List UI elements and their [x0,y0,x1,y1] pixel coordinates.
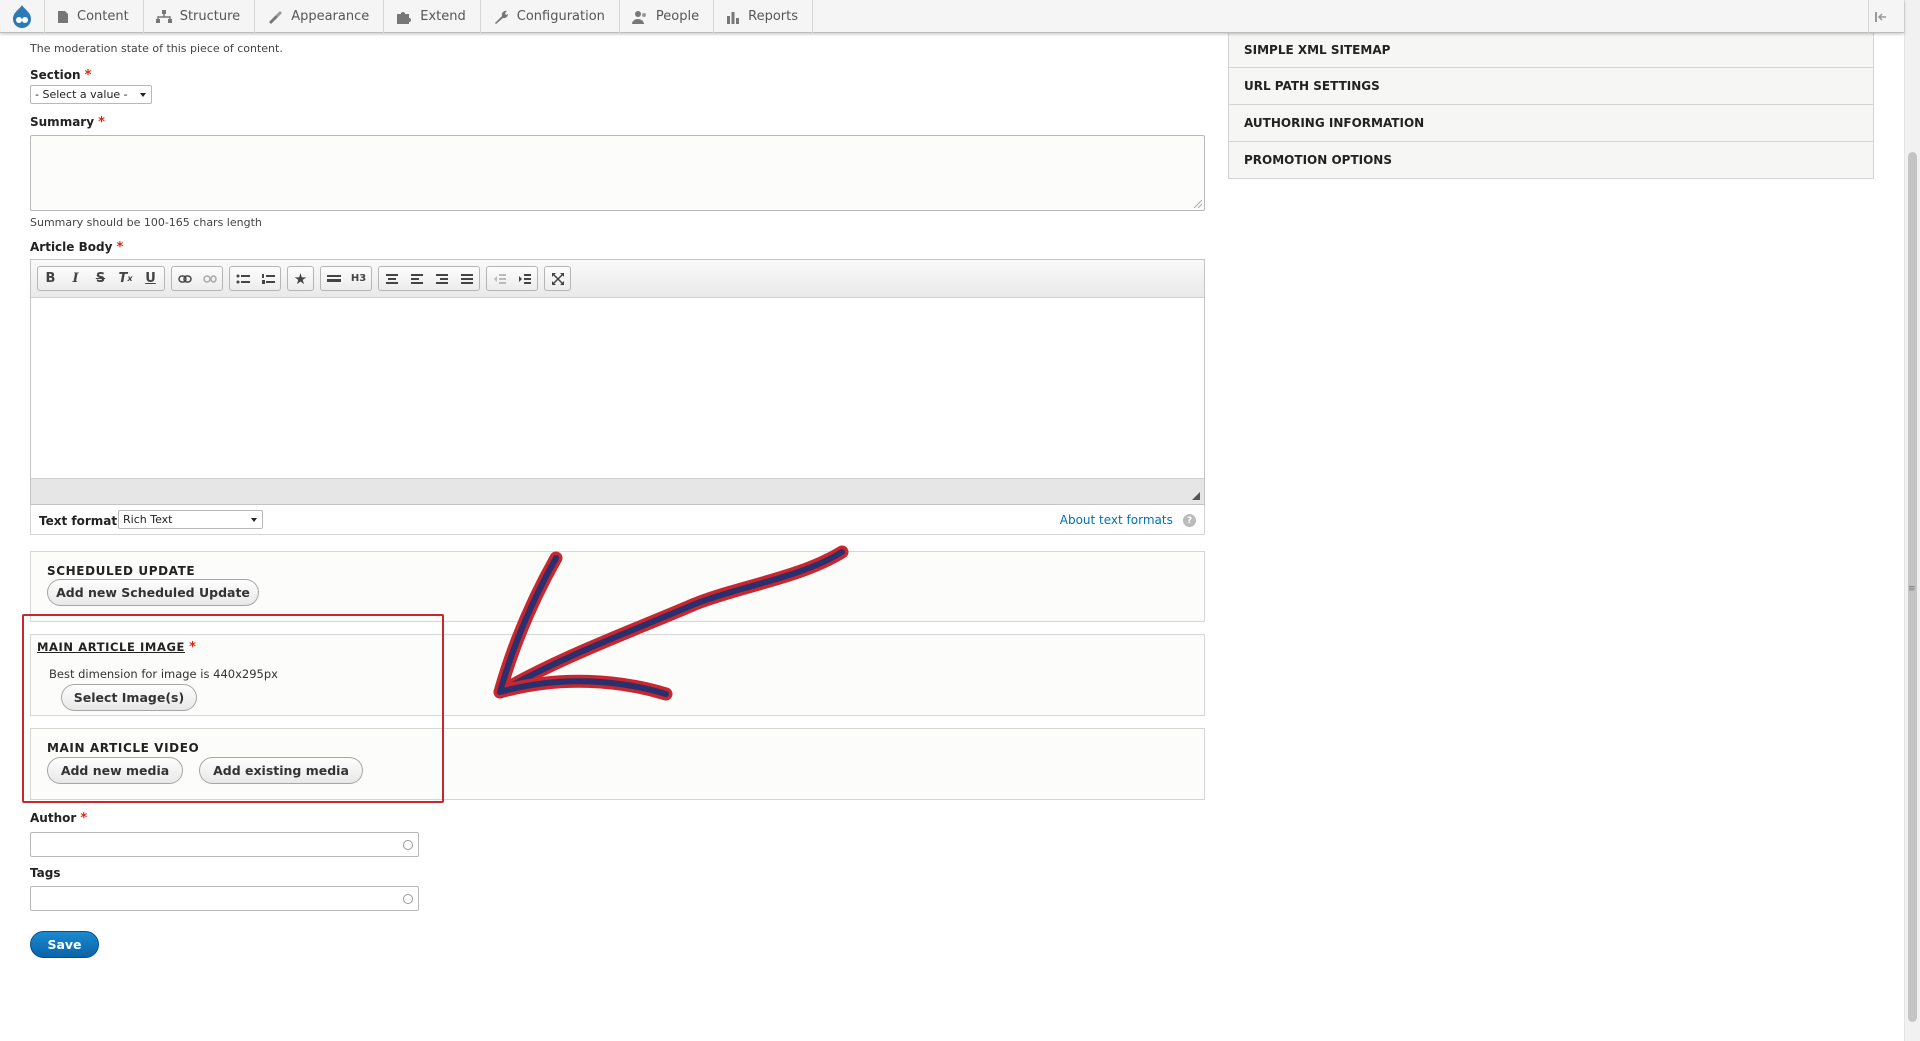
puzzle-icon [397,11,412,24]
bulleted-list-icon[interactable] [230,267,255,290]
tags-input[interactable] [30,886,419,911]
editor-group-indent [486,266,538,291]
toolbar-label: Structure [179,9,241,24]
remove-format-icon[interactable]: Tx [113,267,138,290]
italic-icon[interactable]: I [63,267,88,290]
scheduled-update-title: SCHEDULED UPDATE [47,564,196,578]
numbered-list-icon[interactable] [255,267,280,290]
paint-brush-icon [269,10,283,24]
toolbar-item-content[interactable]: Content [44,0,143,33]
editor-group-lists [229,266,281,291]
scrollbar-grip-icon: ≡ [1908,584,1916,594]
toolbar-item-extend[interactable]: Extend [383,0,480,33]
wrench-icon [494,10,508,24]
annotation-highlight-box [22,614,444,803]
align-right-icon[interactable] [429,267,454,290]
summary-description: Summary should be 100-165 chars length [30,216,262,229]
autocomplete-throbber-icon [403,840,413,850]
required-marker: * [84,68,92,83]
editor-group-block: H3 [320,266,372,291]
toolbar-orientation-toggle[interactable] [1868,0,1892,33]
collapse-arrow-icon [1874,11,1886,22]
link-icon[interactable] [172,267,197,290]
strikethrough-icon[interactable]: S [88,267,113,290]
about-text-formats[interactable]: About text formats ? [1060,513,1196,528]
toolbar-item-people[interactable]: People [618,0,713,33]
add-scheduled-update-button[interactable]: Add new Scheduled Update [47,579,259,606]
underline-icon[interactable]: U [138,267,163,290]
chevron-down-icon [140,93,146,97]
toolbar-label: Configuration [516,9,605,24]
toolbar-item-reports[interactable]: Reports [713,0,813,33]
editor-group-basic: B I S Tx U [37,266,165,291]
required-marker: * [80,811,88,826]
outdent-icon[interactable] [487,267,512,290]
toolbar-label: Extend [420,9,466,24]
unlink-icon[interactable] [197,267,222,290]
section-field-label: Section * [30,68,92,83]
save-button[interactable]: Save [30,931,99,958]
align-left-icon[interactable] [404,267,429,290]
resize-handle-icon[interactable] [1194,200,1202,208]
chevron-down-icon [251,518,257,522]
autocomplete-throbber-icon [403,894,413,904]
editor-group-links [171,266,223,291]
annotation-arrow [493,545,849,701]
moderation-description: The moderation state of this piece of co… [30,42,283,55]
help-icon: ? [1183,514,1196,527]
toolbar-item-configuration[interactable]: Configuration [479,0,619,33]
document-icon [58,10,68,23]
text-format-select[interactable]: Rich Text [118,510,263,529]
toolbar-label: Content [77,9,129,24]
toolbar-label: Reports [748,9,798,24]
editor-group-view [544,266,571,291]
heading-h3-icon[interactable]: H3 [346,267,371,290]
article-body-field-label: Article Body * [30,240,124,255]
editor-toolbar: B I S Tx U ★ H3 [31,260,1204,298]
section-select[interactable]: - Select a value - [30,85,152,104]
required-marker: * [116,240,124,255]
sidebar-item-url-path-settings[interactable]: URL PATH SETTINGS [1228,68,1874,105]
sidebar-item-promotion-options[interactable]: PROMOTION OPTIONS [1228,142,1874,179]
author-field-label: Author * [30,811,88,826]
rich-text-editor: B I S Tx U ★ H3 [30,259,1205,505]
star-icon[interactable]: ★ [288,267,313,290]
editor-content-area[interactable] [31,298,1204,478]
editor-status-bar [31,478,1204,504]
align-center-icon[interactable] [379,267,404,290]
editor-resize-icon[interactable] [1192,492,1200,500]
text-format-label: Text format [39,514,118,528]
people-icon [631,10,646,24]
meta-sidebar: SIMPLE XML SITEMAP URL PATH SETTINGS AUT… [1228,31,1874,179]
drupal-logo-icon[interactable] [0,0,44,33]
summary-textarea[interactable] [30,135,1205,211]
align-justify-icon[interactable] [454,267,479,290]
bold-icon[interactable]: B [38,267,63,290]
toolbar-item-appearance[interactable]: Appearance [254,0,383,33]
toolbar-item-structure[interactable]: Structure [142,0,254,33]
toolbar-label: Appearance [291,9,370,24]
tags-field-label: Tags [30,866,61,880]
horizontal-rule-icon[interactable] [321,267,346,290]
admin-toolbar: Content Structure Appearance Extend Conf… [0,0,1904,33]
indent-icon[interactable] [512,267,537,290]
bar-chart-icon [727,11,740,24]
editor-group-align [378,266,480,291]
required-marker: * [98,115,105,130]
maximize-icon[interactable] [545,267,570,290]
sidebar-item-authoring-information[interactable]: AUTHORING INFORMATION [1228,105,1874,142]
structure-icon [155,9,172,23]
page-scrollbar[interactable]: ≡ [1904,0,1920,1041]
sidebar-item-simple-xml-sitemap[interactable]: SIMPLE XML SITEMAP [1228,31,1874,68]
author-input[interactable] [30,832,419,857]
about-text-formats-link[interactable]: About text formats [1060,513,1173,527]
editor-group-media: ★ [287,266,314,291]
toolbar-label: People [655,9,700,24]
summary-field-label: Summary * [30,115,105,130]
